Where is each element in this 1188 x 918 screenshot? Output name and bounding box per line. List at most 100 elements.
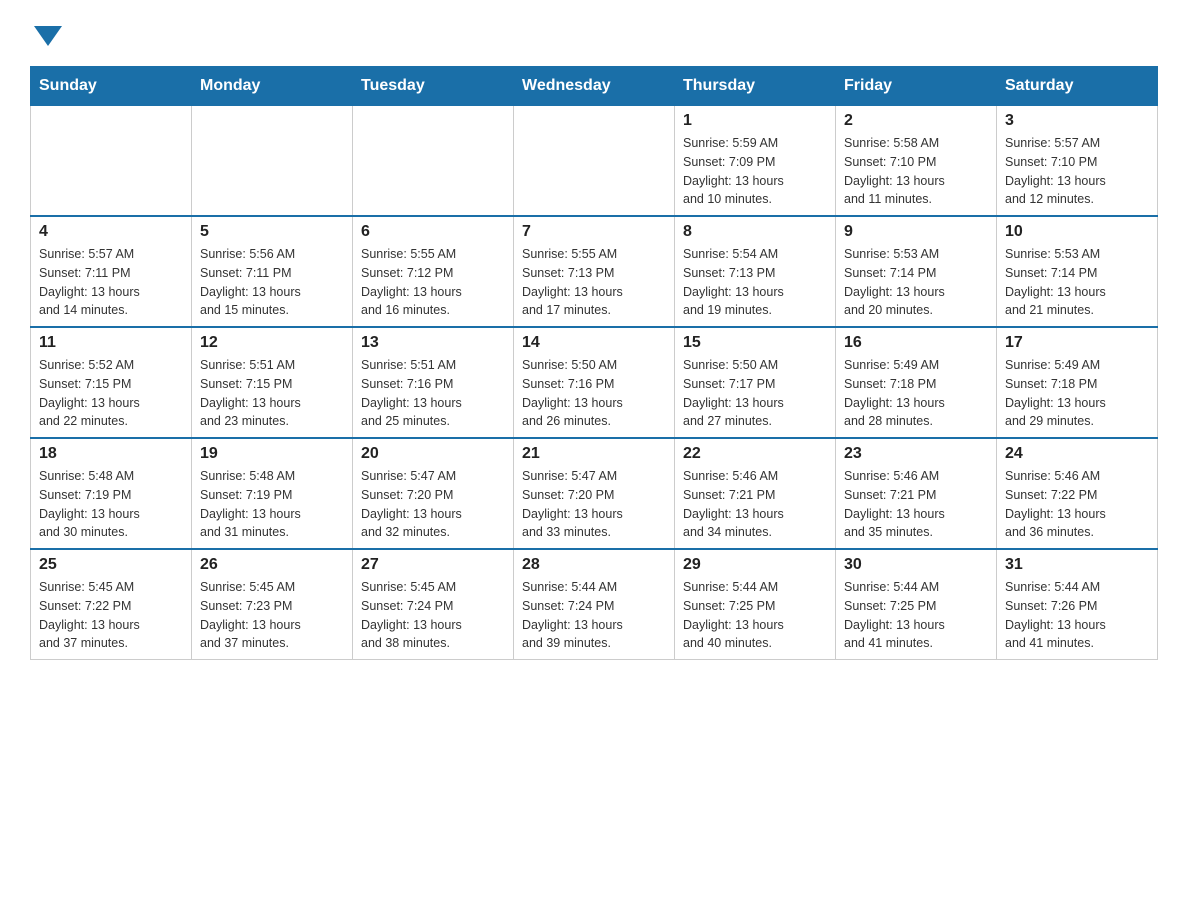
day-number: 11 [39, 334, 183, 352]
day-info: Sunrise: 5:45 AMSunset: 7:22 PMDaylight:… [39, 578, 183, 653]
calendar-cell [192, 106, 353, 217]
calendar-cell: 27 Sunrise: 5:45 AMSunset: 7:24 PMDayligh… [353, 549, 514, 660]
calendar-cell [514, 106, 675, 217]
header-monday: Monday [192, 67, 353, 106]
day-number: 6 [361, 223, 505, 241]
calendar-cell: 23 Sunrise: 5:46 AMSunset: 7:21 PMDayligh… [836, 438, 997, 549]
calendar-cell: 21Sunrise: 5:47 AMSunset: 7:20 PMDayligh… [514, 438, 675, 549]
day-info: Sunrise: 5:58 AMSunset: 7:10 PMDaylight:… [844, 134, 988, 209]
day-number: 17 [1005, 334, 1149, 352]
day-number: 31 [1005, 556, 1149, 574]
header-thursday: Thursday [675, 67, 836, 106]
day-number: 2 [844, 112, 988, 130]
day-number: 9 [844, 223, 988, 241]
day-info: Sunrise: 5:45 AMSunset: 7:23 PMDaylight:… [200, 578, 344, 653]
day-number: 10 [1005, 223, 1149, 241]
logo [30, 20, 62, 46]
day-number: 22 [683, 445, 827, 463]
header-tuesday: Tuesday [353, 67, 514, 106]
day-number: 14 [522, 334, 666, 352]
day-number: 28 [522, 556, 666, 574]
calendar-cell: 22 Sunrise: 5:46 AMSunset: 7:21 PMDayligh… [675, 438, 836, 549]
calendar-cell: 9 Sunrise: 5:53 AMSunset: 7:14 PMDaylight… [836, 216, 997, 327]
day-number: 24 [1005, 445, 1149, 463]
calendar-cell: 19 Sunrise: 5:48 AMSunset: 7:19 PMDayligh… [192, 438, 353, 549]
calendar-week-row: 4 Sunrise: 5:57 AMSunset: 7:11 PMDaylight… [31, 216, 1158, 327]
day-number: 18 [39, 445, 183, 463]
day-number: 1 [683, 112, 827, 130]
calendar-week-row: 11 Sunrise: 5:52 AMSunset: 7:15 PMDayligh… [31, 327, 1158, 438]
day-info: Sunrise: 5:46 AMSunset: 7:21 PMDaylight:… [683, 467, 827, 542]
day-info: Sunrise: 5:45 AMSunset: 7:24 PMDaylight:… [361, 578, 505, 653]
calendar-cell: 13 Sunrise: 5:51 AMSunset: 7:16 PMDayligh… [353, 327, 514, 438]
day-info: Sunrise: 5:53 AMSunset: 7:14 PMDaylight:… [1005, 245, 1149, 320]
day-number: 4 [39, 223, 183, 241]
day-number: 7 [522, 223, 666, 241]
day-info: Sunrise: 5:44 AMSunset: 7:24 PMDaylight:… [522, 578, 666, 653]
calendar-week-row: 1 Sunrise: 5:59 AMSunset: 7:09 PMDaylight… [31, 106, 1158, 217]
day-info: Sunrise: 5:55 AMSunset: 7:12 PMDaylight:… [361, 245, 505, 320]
day-info: Sunrise: 5:44 AMSunset: 7:26 PMDaylight:… [1005, 578, 1149, 653]
calendar-cell: 18 Sunrise: 5:48 AMSunset: 7:19 PMDayligh… [31, 438, 192, 549]
calendar-cell: 28 Sunrise: 5:44 AMSunset: 7:24 PMDayligh… [514, 549, 675, 660]
day-number: 13 [361, 334, 505, 352]
calendar-cell: 31 Sunrise: 5:44 AMSunset: 7:26 PMDayligh… [997, 549, 1158, 660]
header-sunday: Sunday [31, 67, 192, 106]
day-info: Sunrise: 5:49 AMSunset: 7:18 PMDaylight:… [1005, 356, 1149, 431]
calendar-cell: 20 Sunrise: 5:47 AMSunset: 7:20 PMDayligh… [353, 438, 514, 549]
day-number: 15 [683, 334, 827, 352]
calendar-cell: 12 Sunrise: 5:51 AMSunset: 7:15 PMDayligh… [192, 327, 353, 438]
day-info: Sunrise: 5:47 AMSunset: 7:20 PMDaylight:… [361, 467, 505, 542]
calendar-cell [31, 106, 192, 217]
day-info: Sunrise: 5:56 AMSunset: 7:11 PMDaylight:… [200, 245, 344, 320]
header-friday: Friday [836, 67, 997, 106]
calendar-cell: 11 Sunrise: 5:52 AMSunset: 7:15 PMDayligh… [31, 327, 192, 438]
day-info: Sunrise: 5:53 AMSunset: 7:14 PMDaylight:… [844, 245, 988, 320]
header-wednesday: Wednesday [514, 67, 675, 106]
calendar-cell: 15 Sunrise: 5:50 AMSunset: 7:17 PMDayligh… [675, 327, 836, 438]
page-header [30, 20, 1158, 46]
calendar-table: SundayMondayTuesdayWednesdayThursdayFrid… [30, 66, 1158, 660]
day-number: 16 [844, 334, 988, 352]
day-info: Sunrise: 5:52 AMSunset: 7:15 PMDaylight:… [39, 356, 183, 431]
day-number: 19 [200, 445, 344, 463]
calendar-week-row: 18 Sunrise: 5:48 AMSunset: 7:19 PMDayligh… [31, 438, 1158, 549]
day-number: 27 [361, 556, 505, 574]
day-info: Sunrise: 5:59 AMSunset: 7:09 PMDaylight:… [683, 134, 827, 209]
calendar-header-row: SundayMondayTuesdayWednesdayThursdayFrid… [31, 67, 1158, 106]
header-saturday: Saturday [997, 67, 1158, 106]
day-number: 29 [683, 556, 827, 574]
day-number: 25 [39, 556, 183, 574]
calendar-cell: 4 Sunrise: 5:57 AMSunset: 7:11 PMDaylight… [31, 216, 192, 327]
day-info: Sunrise: 5:50 AMSunset: 7:16 PMDaylight:… [522, 356, 666, 431]
day-info: Sunrise: 5:48 AMSunset: 7:19 PMDaylight:… [39, 467, 183, 542]
calendar-cell: 10 Sunrise: 5:53 AMSunset: 7:14 PMDayligh… [997, 216, 1158, 327]
calendar-cell: 3Sunrise: 5:57 AMSunset: 7:10 PMDaylight… [997, 106, 1158, 217]
calendar-cell: 14 Sunrise: 5:50 AMSunset: 7:16 PMDayligh… [514, 327, 675, 438]
day-info: Sunrise: 5:51 AMSunset: 7:16 PMDaylight:… [361, 356, 505, 431]
calendar-cell: 7Sunrise: 5:55 AMSunset: 7:13 PMDaylight… [514, 216, 675, 327]
logo-triangle-icon [34, 26, 62, 46]
calendar-cell: 25 Sunrise: 5:45 AMSunset: 7:22 PMDayligh… [31, 549, 192, 660]
day-number: 20 [361, 445, 505, 463]
calendar-cell: 2 Sunrise: 5:58 AMSunset: 7:10 PMDaylight… [836, 106, 997, 217]
day-info: Sunrise: 5:51 AMSunset: 7:15 PMDaylight:… [200, 356, 344, 431]
day-info: Sunrise: 5:48 AMSunset: 7:19 PMDaylight:… [200, 467, 344, 542]
day-info: Sunrise: 5:46 AMSunset: 7:21 PMDaylight:… [844, 467, 988, 542]
calendar-cell: 8Sunrise: 5:54 AMSunset: 7:13 PMDaylight… [675, 216, 836, 327]
calendar-week-row: 25 Sunrise: 5:45 AMSunset: 7:22 PMDayligh… [31, 549, 1158, 660]
day-info: Sunrise: 5:50 AMSunset: 7:17 PMDaylight:… [683, 356, 827, 431]
calendar-cell: 17 Sunrise: 5:49 AMSunset: 7:18 PMDayligh… [997, 327, 1158, 438]
day-number: 12 [200, 334, 344, 352]
day-info: Sunrise: 5:49 AMSunset: 7:18 PMDaylight:… [844, 356, 988, 431]
calendar-cell: 1 Sunrise: 5:59 AMSunset: 7:09 PMDaylight… [675, 106, 836, 217]
calendar-cell: 30Sunrise: 5:44 AMSunset: 7:25 PMDayligh… [836, 549, 997, 660]
day-number: 26 [200, 556, 344, 574]
day-info: Sunrise: 5:44 AMSunset: 7:25 PMDaylight:… [844, 578, 988, 653]
calendar-cell: 24Sunrise: 5:46 AMSunset: 7:22 PMDayligh… [997, 438, 1158, 549]
calendar-cell: 26 Sunrise: 5:45 AMSunset: 7:23 PMDayligh… [192, 549, 353, 660]
calendar-cell: 6 Sunrise: 5:55 AMSunset: 7:12 PMDaylight… [353, 216, 514, 327]
day-info: Sunrise: 5:57 AMSunset: 7:11 PMDaylight:… [39, 245, 183, 320]
day-number: 23 [844, 445, 988, 463]
day-number: 8 [683, 223, 827, 241]
